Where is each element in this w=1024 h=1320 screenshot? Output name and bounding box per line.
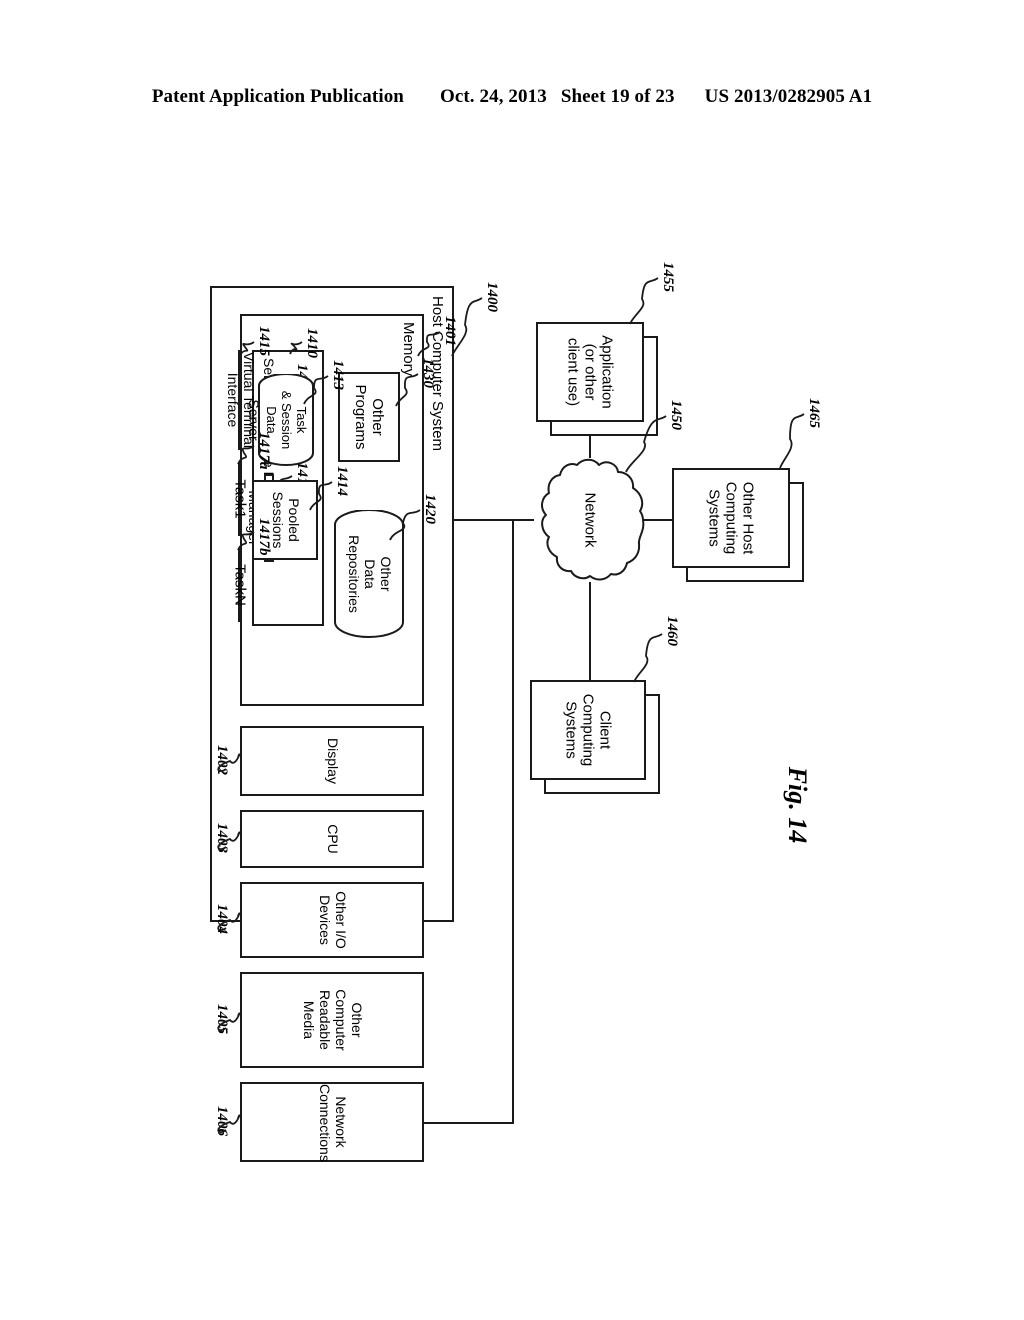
connector-cloud-network-connections-upper xyxy=(454,1122,514,1124)
leader-1405 xyxy=(217,1012,241,1032)
virtual-terminal-interface: Virtual Terminal Interface xyxy=(225,350,257,450)
application-label: Application (or other client use) xyxy=(564,335,616,409)
leader-1430 xyxy=(395,373,419,407)
connector-host-network-connections xyxy=(424,1122,454,1124)
client-computing-systems-label: Client Computing Systems xyxy=(562,693,614,767)
connector-cloud-network-connections-horiz xyxy=(512,519,514,1122)
leader-1404 xyxy=(217,912,241,932)
leader-1402 xyxy=(217,753,241,773)
application: Application (or other client use) xyxy=(536,322,658,436)
sheet-number: Sheet 19 of 23 xyxy=(560,86,675,107)
leader-1450 xyxy=(625,415,667,473)
hw-1402: Display xyxy=(240,726,424,796)
hw-1404-label: Other I/O Devices xyxy=(317,891,349,949)
figure-caption: Fig. 14 xyxy=(783,766,812,844)
task1-label: Task1 xyxy=(231,479,249,519)
publication-header: Patent Application Publication Oct. 24, … xyxy=(0,86,1024,108)
leader-1460 xyxy=(633,633,663,683)
leader-1413 xyxy=(303,375,329,405)
virtual-terminal-interface-label: Virtual Terminal Interface xyxy=(225,352,257,448)
network-label: Network xyxy=(581,492,599,548)
connector-cloud-to-host xyxy=(454,519,534,521)
pooled-sessions-label: Pooled Sessions xyxy=(270,491,302,549)
document-number: US 2013/0282905 A1 xyxy=(704,86,873,107)
other-host-computing-systems: Other Host Computing Systems xyxy=(672,468,804,582)
task1: Task1 xyxy=(232,462,249,536)
hw-1406-label: Network Connections xyxy=(317,1084,349,1162)
connector-application-to-cloud xyxy=(589,436,591,458)
taskn: TaskN xyxy=(232,548,249,622)
leader-1401 xyxy=(417,331,441,357)
hw-1402-label: Display xyxy=(324,738,341,784)
patent-figure-14: Network Other Host Computing Systems 1465 A… xyxy=(172,260,852,1260)
leader-1465 xyxy=(779,413,805,469)
leader-1410 xyxy=(289,341,303,355)
other-programs-label: Other Programs xyxy=(352,384,387,450)
publication-title: Patent Application Publication xyxy=(151,86,404,107)
leader-1417a xyxy=(237,445,255,465)
hw-1406: Network Connections xyxy=(240,1082,424,1162)
hw-1405-label: Other Computer Readable Media xyxy=(301,989,365,1051)
publication-date: Oct. 24, 2013 xyxy=(439,86,547,107)
leader-1420 xyxy=(389,509,421,541)
leader-1406 xyxy=(217,1114,241,1134)
connector-cloud-to-client xyxy=(589,582,591,682)
hw-1403-label: CPU xyxy=(324,824,341,854)
leader-1455 xyxy=(629,277,659,325)
hw-1403: CPU xyxy=(240,810,424,868)
leader-1415 xyxy=(239,341,255,357)
leader-1414 xyxy=(309,481,333,511)
hw-1404: Other I/O Devices xyxy=(240,882,424,958)
connector-otherhost-to-cloud xyxy=(644,519,672,521)
taskn-label: TaskN xyxy=(231,564,249,606)
leader-1417b xyxy=(237,531,255,551)
other-host-computing-systems-label: Other Host Computing Systems xyxy=(705,481,757,555)
leader-1403 xyxy=(217,831,241,851)
client-computing-systems: Client Computing Systems xyxy=(530,680,660,794)
hw-1405: Other Computer Readable Media xyxy=(240,972,424,1068)
